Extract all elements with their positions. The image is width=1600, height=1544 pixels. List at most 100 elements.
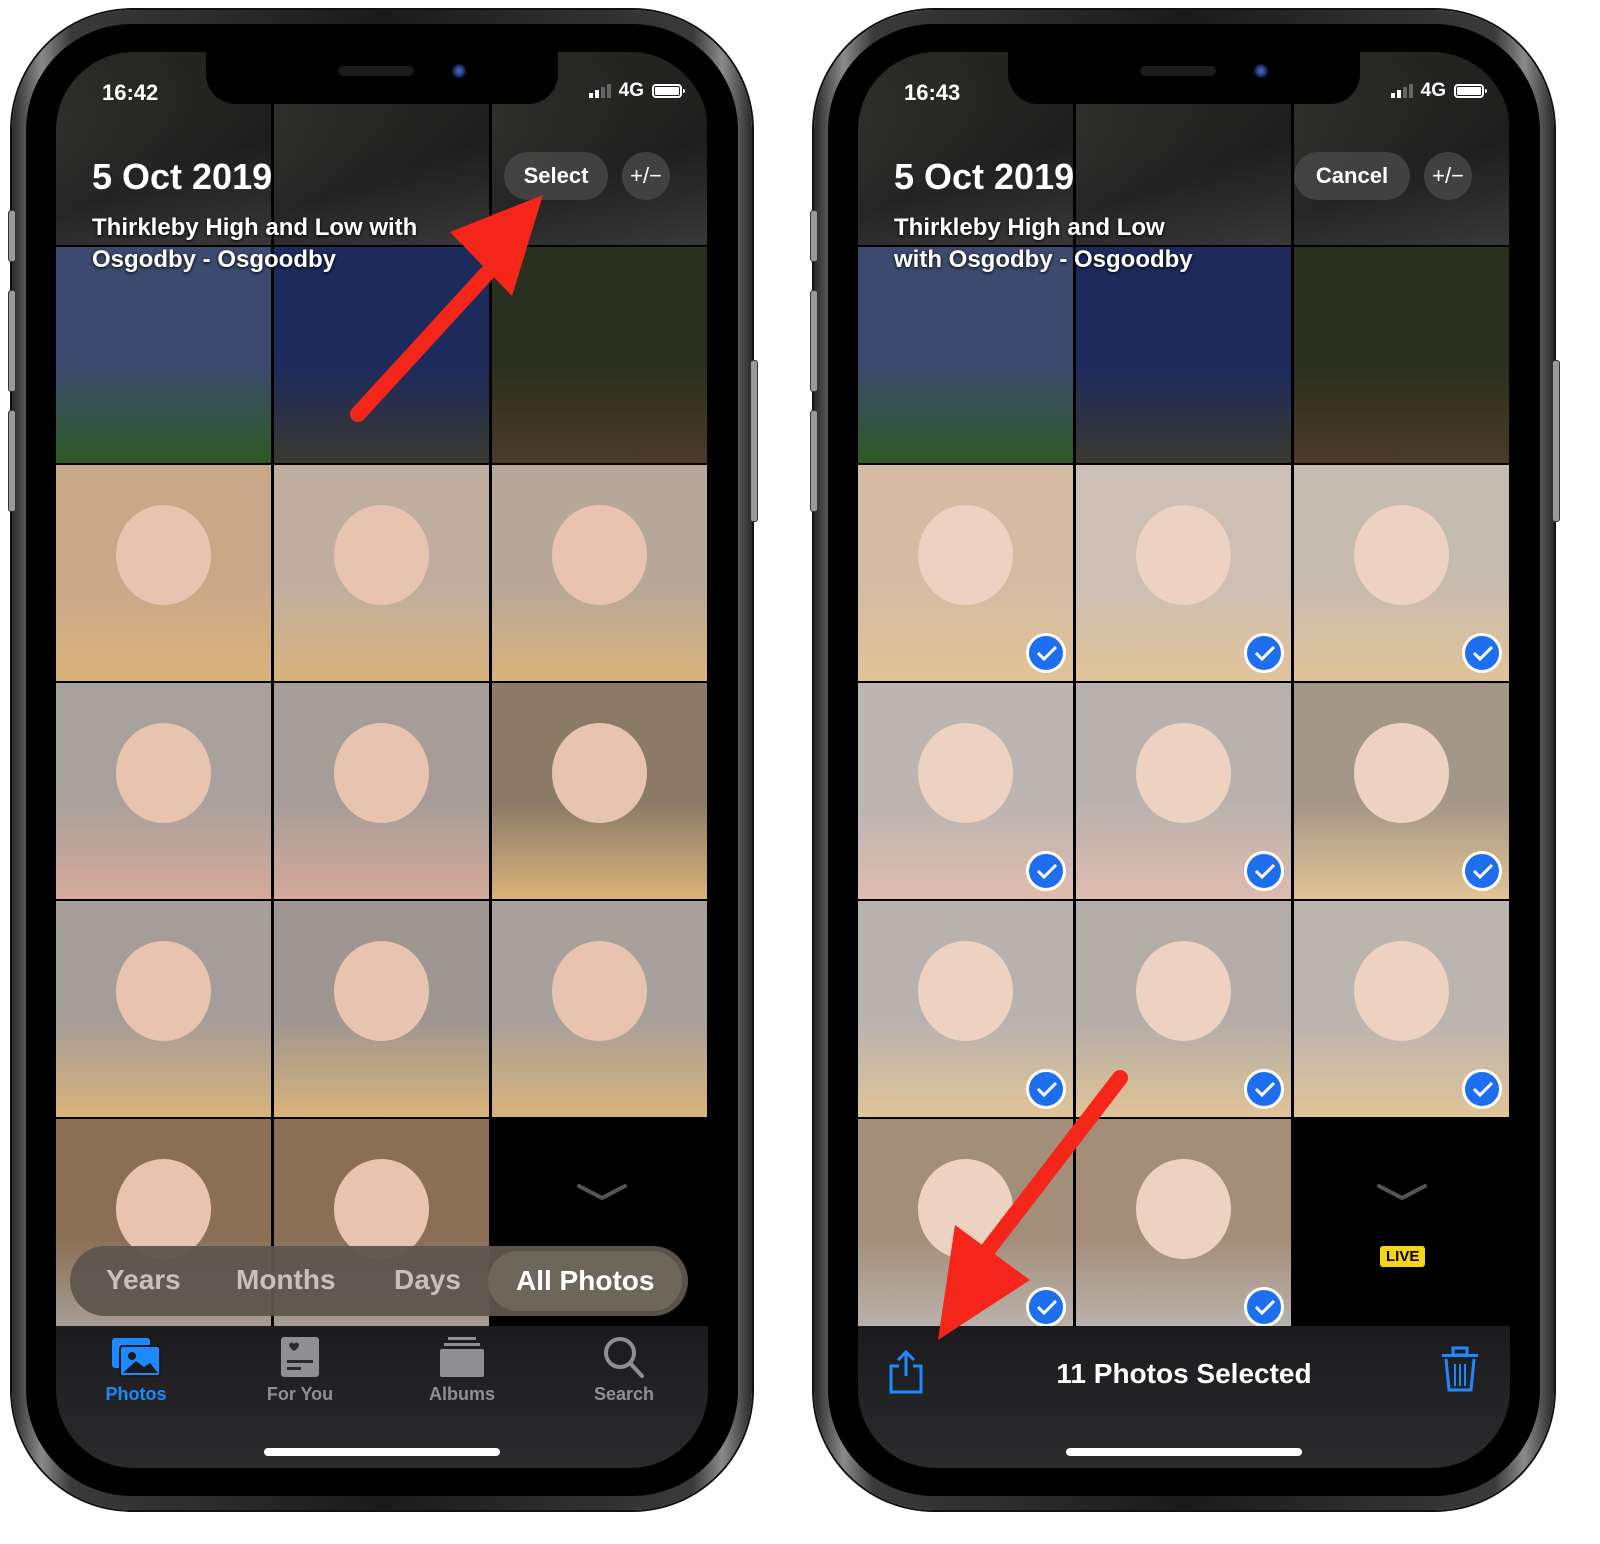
photo-thumbnail[interactable] (492, 901, 707, 1117)
location-subtitle: Thirkleby High and Low with Osgodby - Os… (92, 212, 417, 276)
photo-subject (116, 1159, 211, 1259)
select-button[interactable]: Select (504, 152, 608, 200)
photo-thumbnail[interactable] (56, 683, 271, 899)
volume-up-button (810, 290, 818, 392)
selected-checkmark-icon (1244, 633, 1284, 673)
segment-years[interactable]: Years (106, 1264, 181, 1296)
selected-count-label: 11 Photos Selected (1056, 1358, 1312, 1389)
albums-icon (440, 1337, 484, 1377)
tab-for-you[interactable]: For You (240, 1336, 360, 1405)
location-line-2: Osgodby - Osgoodby (92, 246, 336, 273)
left-screen: 16:42 4G 5 Oct 2019 Thirkleby High and L… (56, 52, 708, 1468)
segment-months[interactable]: Months (236, 1264, 336, 1296)
selected-checkmark-icon (1026, 1069, 1066, 1109)
trash-icon[interactable] (1440, 1346, 1480, 1394)
photo-thumbnail[interactable] (56, 465, 271, 681)
photo-subject (116, 505, 211, 605)
plus-minus-button[interactable]: +/− (622, 152, 670, 200)
photo-thumbnail[interactable] (274, 683, 489, 899)
photo-subject (334, 941, 429, 1041)
volume-down-button (810, 410, 818, 512)
volume-down-button (8, 410, 16, 512)
selected-checkmark-icon (1462, 851, 1502, 891)
tab-photos-label: Photos (105, 1384, 167, 1404)
power-button (750, 360, 758, 522)
cancel-button[interactable]: Cancel (1294, 152, 1410, 200)
photo-thumbnail[interactable] (858, 465, 1073, 681)
photo-thumbnail[interactable] (274, 465, 489, 681)
location-line-1: Thirkleby High and Low (894, 214, 1165, 241)
battery-icon (652, 84, 685, 98)
photo-subject (116, 941, 211, 1041)
photo-thumbnail[interactable] (1076, 901, 1291, 1117)
tab-search-label: Search (593, 1384, 655, 1404)
photo-thumbnail[interactable] (1076, 683, 1291, 899)
date-title: 5 Oct 2019 (92, 156, 273, 197)
segment-days[interactable]: Days (394, 1264, 461, 1296)
tab-albums[interactable]: Albums (402, 1336, 522, 1405)
notch (1008, 52, 1360, 104)
signal-icon (1390, 84, 1413, 98)
photo-thumbnail[interactable] (492, 465, 707, 681)
photo-thumbnail[interactable] (1294, 465, 1509, 681)
status-right: 4G (1390, 80, 1487, 102)
photo-subject (552, 941, 647, 1041)
network-label: 4G (1420, 80, 1446, 101)
selected-checkmark-icon (1244, 1069, 1284, 1109)
photo-thumbnail[interactable] (274, 247, 489, 463)
photo-subject (334, 505, 429, 605)
selected-checkmark-icon (1462, 1069, 1502, 1109)
photo-subject (552, 505, 647, 605)
right-screen: 16:43 4G 5 Oct 2019 Thirkleby High and L… (858, 52, 1510, 1468)
plus-minus-button[interactable]: +/− (1424, 152, 1472, 200)
selected-checkmark-icon (1026, 633, 1066, 673)
photo-subject (334, 723, 429, 823)
view-segmented-control: Years Months Days All Photos (70, 1246, 688, 1316)
photo-thumbnail[interactable] (858, 683, 1073, 899)
side-button (810, 210, 818, 262)
photo-thumbnail[interactable] (1076, 247, 1291, 463)
photo-thumbnail[interactable] (1076, 465, 1291, 681)
photo-thumbnail[interactable] (858, 1119, 1073, 1335)
tab-albums-label: Albums (428, 1384, 495, 1404)
selected-checkmark-icon (1244, 851, 1284, 891)
home-indicator (1066, 1448, 1302, 1456)
photo-thumbnail[interactable] (858, 901, 1073, 1117)
tab-bar: Photos For You Albums Search (56, 1326, 708, 1468)
photos-icon (112, 1338, 161, 1377)
tab-photos[interactable]: Photos (76, 1336, 196, 1405)
photo-thumbnail[interactable] (492, 247, 707, 463)
photo-thumbnail[interactable] (56, 247, 271, 463)
location-line-1: Thirkleby High and Low with (92, 214, 418, 241)
selection-toolbar: 11 Photos Selected (858, 1326, 1510, 1468)
photo-thumbnail[interactable] (1294, 901, 1509, 1117)
chevron-down-icon[interactable] (1376, 1182, 1428, 1202)
photo-thumbnail[interactable] (274, 901, 489, 1117)
segment-all-photos[interactable]: All Photos (488, 1251, 683, 1311)
photo-subject (334, 1159, 429, 1259)
side-button (8, 210, 16, 262)
tab-for-you-label: For You (266, 1384, 334, 1404)
photo-thumbnail[interactable] (858, 247, 1073, 463)
network-label: 4G (618, 80, 644, 101)
location-line-2: with Osgodby - Osgoodby (894, 246, 1193, 273)
photo-thumbnail[interactable] (1076, 1119, 1291, 1335)
photo-thumbnail[interactable] (56, 901, 271, 1117)
tab-search[interactable]: Search (564, 1336, 684, 1405)
photo-thumbnail[interactable] (1294, 247, 1509, 463)
chevron-down-icon[interactable] (576, 1182, 628, 1202)
signal-icon (588, 84, 611, 98)
photo-subject (552, 723, 647, 823)
status-time: 16:42 (102, 80, 159, 105)
selected-checkmark-icon (1462, 633, 1502, 673)
date-title: 5 Oct 2019 (894, 156, 1075, 197)
photo-thumbnail[interactable] (1294, 683, 1509, 899)
power-button (1552, 360, 1560, 522)
volume-up-button (8, 290, 16, 392)
right-phone: 16:43 4G 5 Oct 2019 Thirkleby High and L… (814, 10, 1554, 1510)
search-icon (604, 1337, 644, 1378)
home-indicator (264, 1448, 500, 1456)
status-right: 4G (588, 80, 685, 102)
photo-thumbnail[interactable] (492, 683, 707, 899)
selected-checkmark-icon (1026, 1287, 1066, 1327)
